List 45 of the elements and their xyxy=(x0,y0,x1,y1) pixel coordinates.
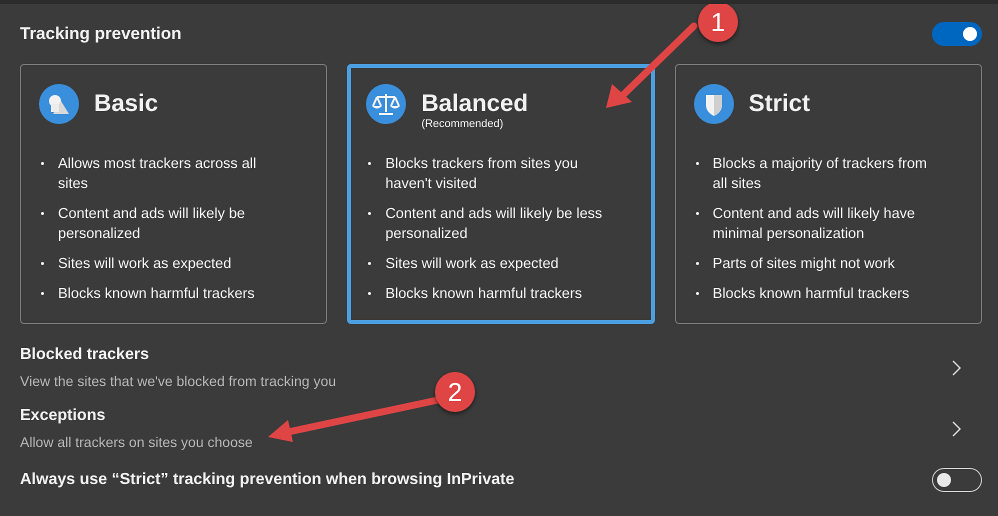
bullet-icon xyxy=(41,162,44,165)
bullet-icon xyxy=(696,162,699,165)
card-bullet-text: Blocks a majority of trackers from all sites xyxy=(712,155,928,194)
toggle-switch[interactable] xyxy=(932,22,982,46)
level-card[interactable]: Balanced (Recommended) Blocks trackers from sites you haven't visited Content and ads will likely be less personalized Sites will work as expected Blocks known harmful trackers xyxy=(347,64,655,324)
setting-title: Exceptions xyxy=(20,407,106,425)
card-bullet-text: Blocks known harmful trackers xyxy=(385,285,582,304)
setting-description: View the sites that we've blocked from tracking you xyxy=(20,373,336,389)
bullet-icon xyxy=(41,292,44,295)
card-subtitle: (Recommended) xyxy=(421,118,504,131)
setting-title: Blocked trackers xyxy=(20,346,150,364)
card-title: Basic xyxy=(94,90,158,118)
chevron-icon[interactable] xyxy=(952,420,962,436)
card-bullet-text: Content and ads will likely have minimal personalization xyxy=(712,205,916,244)
shapes-icon xyxy=(39,84,79,124)
card-title: Strict xyxy=(748,90,810,118)
bullet-icon xyxy=(696,292,699,295)
card-bullet-text: Content and ads will likely be less personalized xyxy=(385,205,604,244)
annotation-badge: 1 xyxy=(698,4,738,42)
bullet-icon xyxy=(368,292,372,295)
card-bullet-text: Blocks trackers from sites you haven't visited xyxy=(385,155,579,194)
card-bullet-text: Parts of sites might not work xyxy=(712,255,895,274)
card-bullet-text: Content and ads will likely be personalized xyxy=(58,205,246,244)
chevron-icon[interactable] xyxy=(952,360,962,376)
annotation-badge: 2 xyxy=(435,372,475,412)
card-bullet-text: Sites will work as expected xyxy=(385,255,559,274)
level-card[interactable]: Strict Blocks a majority of trackers from all sites Content and ads will likely have minimal personalization Parts of sites might not work Blocks known harmful trackers xyxy=(674,64,982,324)
section-title: Tracking prevention xyxy=(20,24,182,44)
card-bullet-text: Allows most trackers across all sites xyxy=(58,155,258,194)
scales-icon xyxy=(366,84,406,124)
bullet-icon xyxy=(41,212,44,215)
level-card[interactable]: Basic Allows most trackers across all sites Content and ads will likely be personalized Sites will work as expected Blocks known harmful trackers xyxy=(20,64,328,324)
card-title: Balanced xyxy=(421,90,528,118)
setting-title: Always use “Strict” tracking prevention when browsing InPrivate xyxy=(20,471,514,489)
bullet-icon xyxy=(696,212,699,215)
bullet-icon xyxy=(41,262,44,265)
card-bullet-text: Blocks known harmful trackers xyxy=(712,285,910,304)
card-bullet-text: Blocks known harmful trackers xyxy=(58,285,255,304)
setting-description: Allow all trackers on sites you choose xyxy=(20,434,253,450)
bullet-icon xyxy=(368,262,372,265)
bullet-icon xyxy=(368,212,372,215)
bullet-icon xyxy=(368,162,372,165)
shield-icon xyxy=(694,84,734,124)
card-bullet-text: Sites will work as expected xyxy=(58,255,232,274)
bullet-icon xyxy=(696,262,699,265)
